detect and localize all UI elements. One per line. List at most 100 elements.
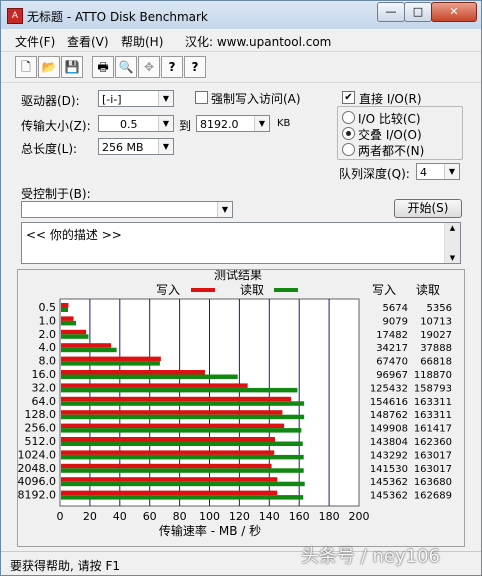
- read-bar: [61, 374, 238, 379]
- read-value: 163017: [414, 464, 452, 475]
- print-icon[interactable]: 🖶: [92, 56, 114, 78]
- help-icon[interactable]: ?: [161, 56, 183, 78]
- controlled-by-select[interactable]: ▼: [21, 201, 233, 218]
- save-icon[interactable]: 💾: [61, 56, 83, 78]
- to-label: 到: [179, 119, 192, 133]
- transfer-from-select[interactable]: 0.5 ▼: [98, 115, 174, 132]
- x-tick-label: 80: [173, 510, 187, 523]
- write-value: 143804: [370, 437, 408, 448]
- read-bar: [61, 334, 89, 339]
- x-tick-label: 20: [83, 510, 97, 523]
- read-value: 118870: [414, 370, 452, 381]
- chevron-down-icon[interactable]: ▼: [217, 202, 232, 217]
- maximize-button[interactable]: □: [404, 2, 432, 22]
- menu-file[interactable]: 文件(F): [15, 33, 55, 50]
- x-tick-label: 180: [319, 510, 340, 523]
- total-length-label: 总长度(L):: [21, 142, 78, 156]
- transfer-to-value: 8192.0: [200, 118, 239, 131]
- queue-depth-value: 4: [420, 166, 427, 179]
- write-legend-swatch: [191, 288, 215, 292]
- status-text: 要获得帮助, 请按 F1: [10, 559, 120, 573]
- kb-unit-label: KB: [277, 118, 291, 129]
- queue-depth-select[interactable]: 4 ▼: [416, 163, 460, 180]
- write-legend-label: 写入: [156, 283, 180, 297]
- read-bar: [61, 401, 305, 406]
- transfer-to-select[interactable]: 8192.0 ▼: [196, 115, 270, 132]
- write-bar: [61, 463, 272, 469]
- write-bar: [61, 343, 112, 348]
- neither-radio[interactable]: [342, 143, 355, 156]
- drive-select[interactable]: [-i-] ▼: [98, 90, 174, 107]
- write-bar: [61, 370, 205, 375]
- direct-io-checkbox[interactable]: ✔: [342, 91, 355, 104]
- read-bar: [61, 428, 302, 433]
- write-bar: [61, 477, 278, 482]
- transfer-size-label: 4096.0: [18, 475, 56, 488]
- menu-bar: 文件(F) 查看(V) 帮助(H) 汉化: www.upantool.com: [1, 30, 481, 50]
- write-bar: [61, 356, 161, 362]
- transfer-size-label: 16.0: [32, 368, 57, 381]
- results-title: 测试结果: [214, 270, 262, 282]
- menu-localized-site[interactable]: 汉化: www.upantool.com: [185, 33, 331, 50]
- context-help-icon[interactable]: ?: [184, 56, 206, 78]
- chevron-down-icon[interactable]: ▼: [158, 116, 173, 131]
- write-value: 143292: [370, 450, 408, 461]
- x-tick-label: 0: [57, 510, 64, 523]
- io-compare-label: I/O 比较(C): [358, 112, 421, 126]
- transfer-size-label: 2048.0: [18, 462, 56, 475]
- io-compare-radio[interactable]: [342, 111, 355, 124]
- transfer-size-label: 64.0: [32, 395, 57, 408]
- menu-help[interactable]: 帮助(H): [121, 33, 163, 50]
- x-tick-label: 40: [113, 510, 127, 523]
- x-tick-label: 120: [229, 510, 250, 523]
- total-length-select[interactable]: 256 MB ▼: [98, 138, 174, 155]
- transfer-size-label: 0.5: [39, 301, 57, 314]
- app-window: A 无标题 - ATTO Disk Benchmark — □ ✕ 文件(F) …: [0, 0, 482, 576]
- read-legend-label: 读取: [240, 283, 264, 297]
- read-bar: [61, 468, 304, 473]
- neither-label: 两者都不(N): [358, 144, 425, 158]
- watermark-text: 头条号 / ney106: [301, 546, 440, 567]
- force-write-checkbox[interactable]: [195, 91, 208, 104]
- controlled-by-label: 受控制于(B):: [21, 187, 91, 201]
- new-file-icon[interactable]: 🗋: [15, 56, 37, 78]
- write-value: 9079: [383, 316, 408, 327]
- chevron-down-icon[interactable]: ▼: [254, 116, 269, 131]
- chevron-down-icon[interactable]: ▼: [158, 139, 173, 154]
- minimize-button[interactable]: —: [377, 2, 405, 22]
- overlap-io-radio[interactable]: [342, 127, 355, 140]
- write-value: 125432: [370, 383, 408, 394]
- overlap-io-label: 交叠 I/O(O): [358, 128, 422, 142]
- description-scrollbar[interactable]: ▲ ▼: [444, 223, 460, 263]
- scroll-up-icon[interactable]: ▲: [445, 223, 460, 233]
- write-bar: [61, 423, 285, 429]
- start-button[interactable]: 开始(S): [394, 199, 462, 218]
- chevron-down-icon[interactable]: ▼: [444, 164, 459, 179]
- write-value: 34217: [376, 343, 408, 354]
- direct-io-label: 直接 I/O(R): [359, 92, 422, 106]
- print-preview-icon[interactable]: 🔍: [115, 56, 137, 78]
- transfer-size-label: 8.0: [39, 355, 57, 368]
- write-bar: [61, 383, 248, 388]
- title-bar[interactable]: A 无标题 - ATTO Disk Benchmark — □ ✕: [1, 1, 481, 29]
- description-textarea[interactable]: << 你的描述 >> ▲ ▼: [21, 222, 461, 264]
- scroll-down-icon[interactable]: ▼: [445, 253, 460, 263]
- menu-view[interactable]: 查看(V): [67, 33, 109, 50]
- chevron-down-icon[interactable]: ▼: [158, 91, 173, 106]
- move-icon[interactable]: ✥: [138, 56, 160, 78]
- read-value: 37888: [420, 343, 452, 354]
- transfer-size-label: 1024.0: [18, 448, 56, 461]
- read-value: 5356: [427, 303, 452, 314]
- transfer-size-label: 32.0: [32, 381, 57, 394]
- close-button[interactable]: ✕: [431, 2, 477, 22]
- toolbar: 🗋 📂 💾 🖶 🔍 ✥ ? ?: [1, 51, 481, 83]
- queue-depth-label: 队列深度(Q):: [339, 167, 410, 181]
- read-bar: [61, 414, 305, 420]
- read-value: 163017: [414, 450, 452, 461]
- read-value: 19027: [420, 330, 452, 341]
- write-bar: [61, 450, 275, 455]
- open-folder-icon[interactable]: 📂: [38, 56, 60, 78]
- read-legend-swatch: [274, 288, 298, 292]
- read-bar: [61, 441, 303, 446]
- x-tick-label: 140: [259, 510, 280, 523]
